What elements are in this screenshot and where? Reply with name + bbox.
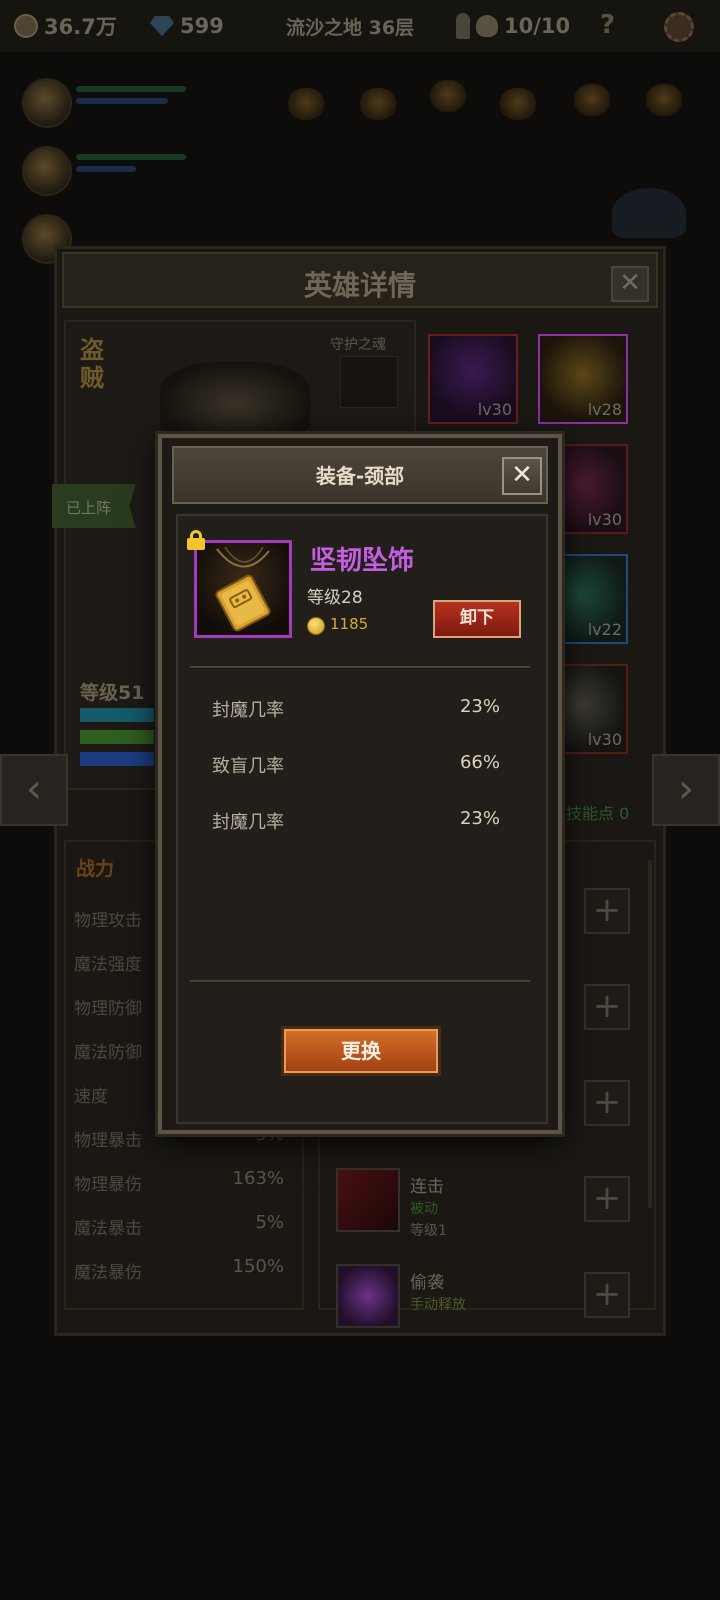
skill-upgrade-plus-button[interactable]: + — [584, 888, 630, 934]
sneak-attack-skill-icon[interactable] — [336, 1264, 400, 1328]
equipment-modal-close-button[interactable]: ✕ — [502, 457, 542, 495]
skill-upgrade-plus-button[interactable]: + — [584, 1272, 630, 1318]
stat-value: 5% — [255, 1212, 284, 1233]
attribute-label: 封魔几率 — [212, 700, 284, 721]
location-label: 流沙之地 36层 — [286, 16, 415, 39]
hero-exp-bar — [80, 708, 154, 722]
help-button[interactable]: ? — [600, 10, 615, 40]
guardian-soul-label: 守护之魂 — [330, 337, 386, 353]
skill-type: 手动释放 — [410, 1297, 466, 1313]
enemy-pumpkin-icon — [288, 88, 324, 120]
team-hero-portrait[interactable] — [22, 78, 72, 128]
divider — [190, 666, 530, 669]
attribute-label: 致盲几率 — [212, 756, 284, 777]
hero-figure-image — [160, 362, 310, 432]
attribute-value: 23% — [459, 808, 500, 829]
item-level: 等级28 — [307, 588, 363, 608]
gem-resource: 599 — [150, 12, 224, 40]
stat-label: 魔法防御 — [74, 1043, 142, 1063]
team-hero-mp-bar — [76, 166, 136, 172]
enemy-pumpkin-icon — [360, 88, 396, 120]
equipment-slot-level: lv28 — [587, 400, 622, 419]
wing-emblem-icon — [612, 188, 686, 238]
keys-resource: 10/10 — [456, 12, 570, 40]
stat-label: 魔法暴伤 — [74, 1263, 142, 1283]
stat-label: 魔法强度 — [74, 955, 142, 975]
team-hero-portrait[interactable] — [22, 146, 72, 196]
combo-skill-icon[interactable] — [336, 1168, 400, 1232]
stat-label: 速度 — [74, 1087, 108, 1107]
equipment-slot-level: lv30 — [477, 400, 512, 419]
stat-value: 150% — [232, 1256, 284, 1277]
attribute-value: 66% — [459, 752, 500, 773]
enemy-pumpkin-icon — [500, 88, 536, 120]
stat-label: 魔法暴击 — [74, 1219, 142, 1239]
gem-amount: 599 — [180, 14, 224, 38]
equipment-modal-title: 装备-颈部 — [315, 464, 405, 488]
deployed-label: 已上阵 — [66, 499, 112, 517]
skull-icon — [476, 15, 498, 37]
skill-name: 偷袭 — [410, 1273, 444, 1293]
key-icon — [456, 13, 470, 39]
skill-upgrade-plus-button[interactable]: + — [584, 1176, 630, 1222]
attribute-value: 23% — [459, 696, 500, 717]
hero-hp-bar — [80, 730, 154, 744]
next-hero-arrow[interactable]: › — [652, 754, 720, 826]
item-name: 坚韧坠饰 — [310, 546, 415, 576]
keys-count: 10/10 — [504, 14, 571, 38]
previous-hero-arrow[interactable]: ‹ — [0, 754, 68, 826]
stat-label: 物理暴伤 — [74, 1175, 142, 1195]
item-gold-value: 1185 — [330, 615, 369, 633]
enemy-pumpkin-icon — [646, 84, 682, 116]
settings-gear-icon[interactable] — [664, 12, 694, 42]
enemy-pumpkin-icon — [430, 80, 466, 112]
stat-label: 物理攻击 — [74, 911, 142, 931]
gold-amount: 36.7万 — [44, 15, 117, 39]
gold-coin-icon — [14, 14, 38, 38]
unequip-button[interactable]: 卸下 — [433, 600, 521, 638]
skill-level: 等级1 — [410, 1223, 447, 1239]
skill-upgrade-plus-button[interactable]: + — [584, 984, 630, 1030]
attribute-label: 封魔几率 — [212, 812, 284, 833]
skill-type: 被动 — [410, 1201, 438, 1217]
hero-class-name: 盗贼 — [80, 336, 104, 392]
hero-mp-bar — [80, 752, 154, 766]
replace-button[interactable]: 更换 — [281, 1026, 441, 1076]
skills-scrollbar[interactable] — [648, 860, 652, 1208]
enemy-pumpkin-icon — [574, 84, 610, 116]
pendant-icon — [215, 546, 271, 632]
lock-icon[interactable] — [187, 530, 205, 550]
stat-label: 物理暴击 — [74, 1131, 142, 1151]
item-icon-frame — [194, 540, 292, 638]
skill-points-label: 技能点 0 — [566, 804, 630, 823]
stat-value: 163% — [232, 1168, 284, 1189]
hero-details-title: 英雄详情 — [303, 269, 416, 302]
skill-upgrade-plus-button[interactable]: + — [584, 1080, 630, 1126]
team-hero-mp-bar — [76, 98, 168, 104]
team-hero-hp-bar — [76, 86, 186, 92]
gold-coin-icon — [307, 617, 325, 635]
hero-level-label: 等级51 — [80, 682, 145, 704]
gold-resource: 36.7万 — [14, 12, 117, 40]
team-hero-hp-bar — [76, 154, 186, 160]
divider — [190, 980, 530, 983]
stat-label: 物理防御 — [74, 999, 142, 1019]
combat-power-title: 战力 — [76, 858, 115, 880]
gem-icon — [150, 16, 174, 36]
hero-details-close-button[interactable]: ✕ — [611, 266, 649, 302]
guardian-soul-slot[interactable] — [340, 356, 398, 408]
skill-name: 连击 — [410, 1177, 444, 1197]
